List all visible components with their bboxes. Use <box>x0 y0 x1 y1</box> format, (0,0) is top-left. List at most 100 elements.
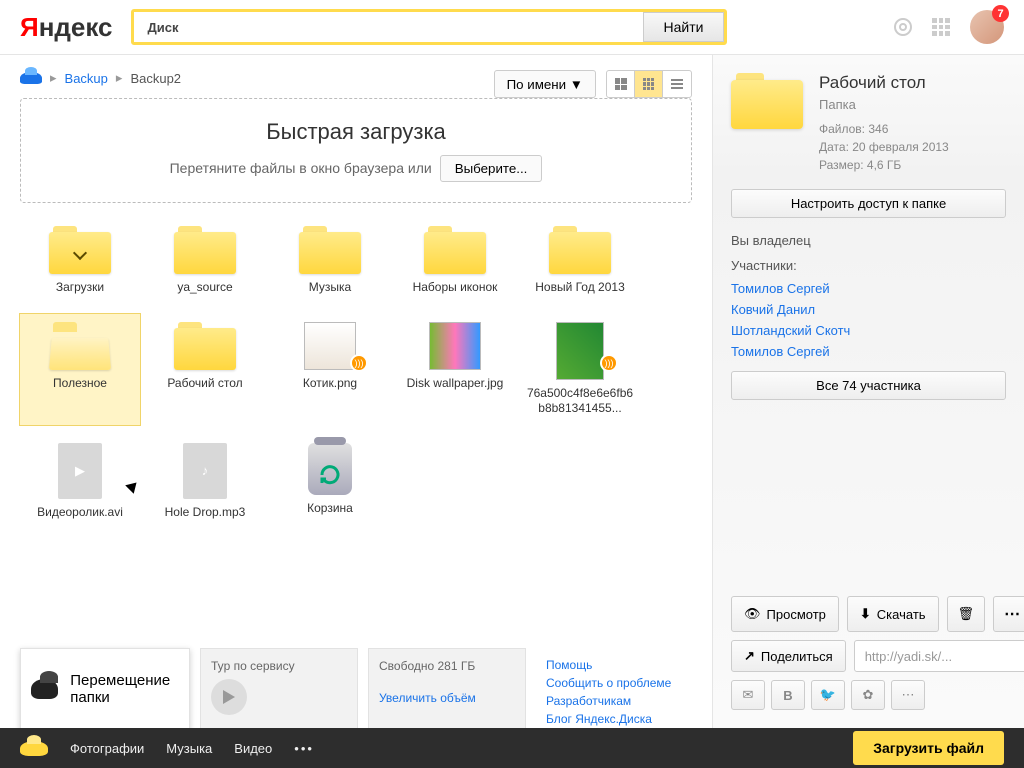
participant-link[interactable]: Ковчий Данил <box>731 302 1006 317</box>
help-link[interactable]: Разработчикам <box>546 694 682 708</box>
view-medium-icon[interactable] <box>635 71 663 97</box>
image-thumb <box>429 322 481 370</box>
preview-button[interactable]: Просмотр <box>731 596 839 632</box>
dots-icon <box>1004 604 1020 624</box>
main-pane: ▸ Backup ▸ Backup2 По имени ▼ Быстрая за… <box>0 55 712 728</box>
play-icon <box>211 679 247 715</box>
participant-list: Томилов Сергей Ковчий Данил Шотландский Ск… <box>731 281 1006 365</box>
more-button[interactable] <box>993 596 1024 632</box>
file-name: Загрузки <box>56 280 104 296</box>
image-thumb <box>304 322 356 370</box>
all-participants-button[interactable]: Все 74 участника <box>731 371 1006 400</box>
file-name: Рабочий стол <box>167 376 242 392</box>
ok-icon[interactable]: ✿ <box>851 680 885 710</box>
header: Яндекс Диск Найти 7 <box>0 0 1024 55</box>
share-button[interactable]: Поделиться <box>731 640 846 672</box>
share-url-input[interactable] <box>854 640 1024 672</box>
dropzone[interactable]: Быстрая загрузка Перетяните файлы в окно… <box>20 98 692 203</box>
file-name: Наборы иконок <box>413 280 498 296</box>
space-card[interactable]: Свободно 281 ГБ Увеличить объём <box>368 648 526 728</box>
video-icon: ▶ <box>58 443 102 499</box>
owner-label: Вы владелец <box>731 233 1006 248</box>
file-name: 76a500c4f8e6e6fb6b8b81341455... <box>525 386 635 417</box>
file-name: ya_source <box>177 280 232 296</box>
file-name: Новый Год 2013 <box>535 280 625 296</box>
more-social-icon[interactable]: ⋯ <box>891 680 925 710</box>
view-large-icon[interactable] <box>607 71 635 97</box>
folder-icon <box>49 322 111 370</box>
file-name: Корзина <box>307 501 353 517</box>
crumb-current: Backup2 <box>130 71 181 86</box>
moving-toast: Перемещение папки <box>20 648 190 728</box>
file-item[interactable]: Корзина <box>270 435 390 529</box>
share-icon <box>744 648 755 664</box>
file-item[interactable]: Загрузки <box>20 218 140 304</box>
file-grid: Загрузки ya_source Музыка Наборы иконок Новы… <box>20 218 692 528</box>
image-thumb <box>556 322 604 380</box>
file-item[interactable]: Новый Год 2013 <box>520 218 640 304</box>
bottom-bar: Фотографии Музыка Видео ••• Загрузить фа… <box>0 728 1024 768</box>
folder-icon <box>174 322 236 370</box>
upload-button[interactable]: Загрузить файл <box>853 731 1004 765</box>
search-bar: Диск Найти <box>131 9 728 45</box>
nav-photos[interactable]: Фотографии <box>70 741 144 756</box>
delete-button[interactable] <box>947 596 986 632</box>
file-item[interactable]: Полезное <box>20 314 140 425</box>
sort-button[interactable]: По имени ▼ <box>494 70 596 98</box>
file-item[interactable]: Disk wallpaper.jpg <box>395 314 515 425</box>
help-link[interactable]: Помощь <box>546 658 682 672</box>
file-name: Видеоролик.avi <box>37 505 123 521</box>
folder-icon <box>424 226 486 274</box>
participant-link[interactable]: Томилов Сергей <box>731 344 1006 359</box>
download-button[interactable]: Скачать <box>847 596 939 632</box>
file-name: Disk wallpaper.jpg <box>407 376 504 392</box>
side-title: Рабочий стол <box>819 73 949 93</box>
file-item[interactable]: ))) 76a500c4f8e6e6fb6b8b81341455... <box>520 314 640 425</box>
file-name: Hole Drop.mp3 <box>165 505 246 521</box>
help-link[interactable]: Блог Яндекс.Диска <box>546 712 682 726</box>
file-item[interactable]: ♪ Hole Drop.mp3 <box>145 435 265 529</box>
access-button[interactable]: Настроить доступ к папке <box>731 189 1006 218</box>
help-link[interactable]: Сообщить о проблеме <box>546 676 682 690</box>
trash-icon <box>958 606 975 622</box>
nav-more-icon[interactable]: ••• <box>294 741 314 756</box>
file-item[interactable]: ▶ Видеоролик.avi <box>20 435 140 529</box>
file-item[interactable]: ya_source <box>145 218 265 304</box>
vk-icon[interactable]: B <box>771 680 805 710</box>
search-scope[interactable]: Диск <box>134 12 193 42</box>
folder-icon <box>299 226 361 274</box>
nav-video[interactable]: Видео <box>234 741 272 756</box>
side-panel: Рабочий стол Папка Файлов: 346 Дата: 20 … <box>712 55 1024 728</box>
download-icon <box>860 606 871 622</box>
participant-link[interactable]: Шотландский Скотч <box>731 323 1006 338</box>
file-item[interactable]: Музыка <box>270 218 390 304</box>
settings-icon[interactable] <box>894 18 912 36</box>
file-item[interactable]: ))) Котик.png <box>270 314 390 425</box>
twitter-icon[interactable]: 🐦 <box>811 680 845 710</box>
view-switcher <box>606 70 692 98</box>
participant-link[interactable]: Томилов Сергей <box>731 281 1006 296</box>
view-list-icon[interactable] <box>663 71 691 97</box>
audio-badge-icon: ))) <box>350 354 368 372</box>
help-links: Помощь Сообщить о проблеме Разработчикам Бл… <box>536 648 692 728</box>
logo[interactable]: Яндекс <box>20 12 113 43</box>
folder-icon <box>49 226 111 274</box>
disk-root-icon[interactable] <box>20 72 42 84</box>
apps-icon[interactable] <box>932 18 950 36</box>
file-item[interactable]: Наборы иконок <box>395 218 515 304</box>
nav-music[interactable]: Музыка <box>166 741 212 756</box>
choose-file-button[interactable]: Выберите... <box>440 155 543 182</box>
file-item[interactable]: Рабочий стол <box>145 314 265 425</box>
avatar[interactable]: 7 <box>970 10 1004 44</box>
tour-card[interactable]: Typ по сервису <box>200 648 358 728</box>
folder-icon <box>174 226 236 274</box>
search-button[interactable]: Найти <box>643 12 725 42</box>
crumb-backup[interactable]: Backup <box>65 71 108 86</box>
mail-icon[interactable]: ✉ <box>731 680 765 710</box>
file-name: Котик.png <box>303 376 357 392</box>
ufo-home-icon[interactable] <box>20 741 48 756</box>
search-input[interactable] <box>193 12 643 42</box>
folder-icon <box>549 226 611 274</box>
audio-badge-icon: ))) <box>600 354 618 372</box>
audio-icon: ♪ <box>183 443 227 499</box>
